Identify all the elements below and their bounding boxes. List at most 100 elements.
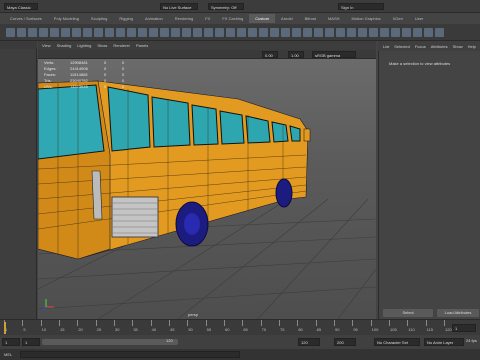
exposure-value: 0.00: [265, 53, 273, 58]
shelf-tool-icon[interactable]: [281, 28, 290, 37]
shelf-tool-icon[interactable]: [28, 28, 37, 37]
time-tick-label: 65: [243, 327, 248, 332]
live-surface-field[interactable]: No Live Surface: [160, 3, 198, 10]
attribute-tab[interactable]: Focus: [415, 44, 426, 49]
shelf-tool-icon[interactable]: [358, 28, 367, 37]
shelf-tab[interactable]: User: [409, 14, 429, 23]
attribute-tab[interactable]: Help: [468, 44, 476, 49]
time-slider[interactable]: 1 5 10 15 20 25 30 35 40 45 50 55 60 65 70 75 80 85 90 95 10…: [0, 319, 480, 335]
bus-model[interactable]: [38, 80, 311, 260]
shelf-tool-icon[interactable]: [402, 28, 411, 37]
shelf-tab[interactable]: Sculpting: [85, 14, 113, 23]
shelf-tool-icon[interactable]: [248, 28, 257, 37]
attribute-tab[interactable]: List: [383, 44, 389, 49]
shelf-tool-icon[interactable]: [138, 28, 147, 37]
shelf-tool-icon[interactable]: [325, 28, 334, 37]
viewport-menu-item[interactable]: Lighting: [77, 43, 91, 48]
shelf-tool-icon[interactable]: [314, 28, 323, 37]
fps-label[interactable]: 24 fps: [466, 338, 477, 343]
time-tick: [114, 320, 115, 326]
symmetry-field[interactable]: Symmetry: Off: [208, 3, 244, 10]
time-ticks: 1 5 10 15 20 25 30 35 40 45 50 55 60 65 70 75 80 85 90 95 10…: [4, 320, 452, 336]
gamma-field[interactable]: 1.00: [288, 51, 304, 58]
viewport-menu-item[interactable]: Shading: [57, 43, 72, 48]
attribute-tab[interactable]: Selected: [394, 44, 410, 49]
shelf-tool-icon[interactable]: [94, 28, 103, 37]
range-end-field[interactable]: 200: [334, 338, 356, 346]
shelf-tool-icon[interactable]: [237, 28, 246, 37]
shelf-tab[interactable]: FX Caching: [216, 14, 249, 23]
sign-in-label: Sign In: [341, 5, 354, 10]
shelf-tool-icon[interactable]: [50, 28, 59, 37]
shelf-tool-icon[interactable]: [303, 28, 312, 37]
shelf-tool-icon[interactable]: [292, 28, 301, 37]
symmetry-label: Symmetry: Off: [211, 5, 237, 10]
shelf-tool-icon[interactable]: [226, 28, 235, 37]
command-input[interactable]: [20, 351, 240, 358]
current-frame-marker[interactable]: [4, 322, 6, 334]
shelf-tab[interactable]: Animation: [139, 14, 169, 23]
shelf-tool-icon[interactable]: [336, 28, 345, 37]
color-space-dropdown[interactable]: sRGB gamma: [312, 51, 356, 58]
shelf-tool-icon[interactable]: [83, 28, 92, 37]
shelf-tool-icon[interactable]: [116, 28, 125, 37]
playback-end-field[interactable]: 120: [298, 338, 320, 346]
shelf-tool-icon[interactable]: [204, 28, 213, 37]
attribute-tab[interactable]: Attributes: [431, 44, 448, 49]
shelf-tool-icon[interactable]: [160, 28, 169, 37]
shelf-tab[interactable]: Arnold: [275, 14, 299, 23]
shelf-tab[interactable]: XGen: [387, 14, 409, 23]
shelf-tool-icon[interactable]: [435, 28, 444, 37]
current-frame-field[interactable]: 1: [452, 324, 476, 332]
shelf-tab[interactable]: Poly Modeling: [48, 14, 85, 23]
range-slider: 1 1 120 120 200 No Character Set No Anim…: [0, 335, 480, 349]
shelf-tab[interactable]: MASH: [322, 14, 346, 23]
shelf-tab[interactable]: Rendering: [169, 14, 199, 23]
shelf-tool-icon[interactable]: [6, 28, 15, 37]
shelf-tool-icon[interactable]: [215, 28, 224, 37]
viewport-menu-item[interactable]: Show: [97, 43, 107, 48]
shelf-tool-icon[interactable]: [369, 28, 378, 37]
exposure-field[interactable]: 0.00: [262, 51, 278, 58]
shelf-tool-icon[interactable]: [259, 28, 268, 37]
command-language[interactable]: MEL: [4, 352, 12, 357]
viewport-menu-item[interactable]: Panels: [136, 43, 148, 48]
shelf-tool-icon[interactable]: [72, 28, 81, 37]
anim-layer-dropdown[interactable]: No Anim Layer: [424, 338, 464, 346]
shelf-tab[interactable]: Bifrost: [299, 14, 322, 23]
playback-start-field[interactable]: 1: [22, 338, 40, 346]
shelf-tool-icon[interactable]: [61, 28, 70, 37]
shelf-tool-icon[interactable]: [391, 28, 400, 37]
time-tick: [315, 320, 317, 326]
shelf-tool-icon[interactable]: [127, 28, 136, 37]
3d-viewport[interactable]: Verts: 12908481 0 0 Edges: 24414906 0 0 Faces: 11…: [38, 59, 376, 319]
shelf-tool-icon[interactable]: [105, 28, 114, 37]
shelf-tool-icon[interactable]: [347, 28, 356, 37]
shelf-tool-icon[interactable]: [149, 28, 158, 37]
viewport-menu-item[interactable]: Renderer: [113, 43, 130, 48]
shelf-tab[interactable]: Custom: [249, 14, 276, 23]
shelf-tool-icon[interactable]: [17, 28, 26, 37]
shelf-tool-icon[interactable]: [39, 28, 48, 37]
outliner-header: [0, 41, 37, 49]
shelf-tool-icon[interactable]: [413, 28, 422, 37]
shelf-tool-icon[interactable]: [380, 28, 389, 37]
shelf-tool-icon[interactable]: [171, 28, 180, 37]
shelf-tool-icon[interactable]: [182, 28, 191, 37]
viewport-menu-item[interactable]: View: [42, 43, 51, 48]
range-start-field[interactable]: 1: [2, 338, 20, 346]
shelf-tab[interactable]: Rigging: [113, 14, 139, 23]
sign-in-button[interactable]: Sign In: [338, 3, 384, 10]
select-button[interactable]: Select: [383, 309, 433, 317]
shelf-tab[interactable]: FX: [199, 14, 216, 23]
character-set-dropdown[interactable]: No Character Set: [374, 338, 420, 346]
attribute-tab[interactable]: Show: [453, 44, 463, 49]
shelf-tab[interactable]: Motion Graphics: [346, 14, 387, 23]
shelf-tool-icon[interactable]: [270, 28, 279, 37]
shelf-tab[interactable]: Curves / Surfaces: [4, 14, 48, 23]
load-attributes-button[interactable]: Load Attributes: [437, 309, 479, 317]
shelf-tool-icon[interactable]: [193, 28, 202, 37]
range-bar[interactable]: [42, 339, 178, 345]
shelf-tool-icon[interactable]: [424, 28, 433, 37]
workspace-dropdown[interactable]: Maya Classic: [4, 3, 38, 10]
